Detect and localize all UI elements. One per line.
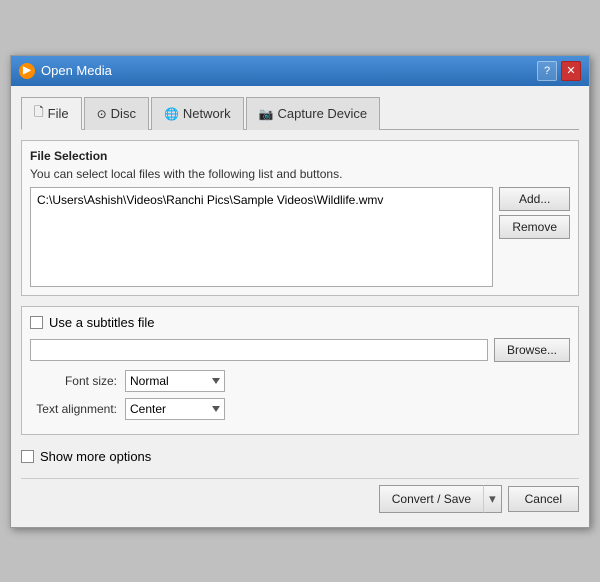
- title-bar-buttons: ? ✕: [537, 61, 581, 81]
- font-size-label: Font size:: [30, 374, 125, 388]
- capture-tab-icon: 📷: [259, 107, 274, 121]
- tab-file[interactable]: 🗋 File: [21, 97, 82, 130]
- tab-capture-label: Capture Device: [278, 106, 368, 121]
- file-section-description: You can select local files with the foll…: [30, 167, 570, 181]
- file-selection-section: File Selection You can select local file…: [21, 140, 579, 296]
- convert-save-dropdown-button[interactable]: ▾: [483, 485, 502, 513]
- remove-button[interactable]: Remove: [499, 215, 570, 239]
- tab-disc-label: Disc: [111, 106, 136, 121]
- text-alignment-row: Text alignment: Left Center Right: [30, 398, 570, 420]
- title-bar: ▶ Open Media ? ✕: [11, 56, 589, 86]
- network-tab-icon: 🌐: [164, 107, 179, 121]
- close-button[interactable]: ✕: [561, 61, 581, 81]
- show-more-checkbox[interactable]: [21, 450, 34, 463]
- tab-network[interactable]: 🌐 Network: [151, 97, 244, 130]
- disc-tab-icon: ⊙: [97, 107, 107, 121]
- text-alignment-label: Text alignment:: [30, 402, 125, 416]
- convert-save-button-group: Convert / Save ▾: [379, 485, 502, 513]
- file-area: C:\Users\Ashish\Videos\Ranchi Pics\Sampl…: [30, 187, 570, 287]
- tab-bar: 🗋 File ⊙ Disc 🌐 Network 📷 Capture Device: [21, 96, 579, 130]
- subtitle-file-input[interactable]: [30, 339, 488, 361]
- tab-file-label: File: [48, 106, 69, 121]
- subtitle-browse-button[interactable]: Browse...: [494, 338, 570, 362]
- cancel-button[interactable]: Cancel: [508, 486, 579, 512]
- text-alignment-select[interactable]: Left Center Right: [125, 398, 225, 420]
- title-bar-left: ▶ Open Media: [19, 63, 112, 79]
- tab-disc[interactable]: ⊙ Disc: [84, 97, 149, 130]
- show-more-label: Show more options: [40, 449, 151, 464]
- subtitle-checkbox[interactable]: [30, 316, 43, 329]
- file-action-buttons: Add... Remove: [499, 187, 570, 239]
- file-tab-icon: 🗋: [34, 103, 44, 124]
- show-more-row: Show more options: [21, 445, 579, 468]
- file-list[interactable]: C:\Users\Ashish\Videos\Ranchi Pics\Sampl…: [30, 187, 493, 287]
- add-button[interactable]: Add...: [499, 187, 570, 211]
- dialog-body: 🗋 File ⊙ Disc 🌐 Network 📷 Capture Device…: [11, 86, 589, 527]
- tab-capture[interactable]: 📷 Capture Device: [246, 97, 381, 130]
- file-section-title: File Selection: [30, 149, 570, 163]
- file-list-item: C:\Users\Ashish\Videos\Ranchi Pics\Sampl…: [35, 192, 488, 208]
- font-size-select[interactable]: Smaller Small Normal Large Larger: [125, 370, 225, 392]
- dialog-footer: Convert / Save ▾ Cancel: [21, 478, 579, 517]
- subtitle-header: Use a subtitles file: [30, 315, 570, 330]
- subtitle-section: Use a subtitles file Browse... Font size…: [21, 306, 579, 435]
- subtitle-controls: Browse...: [30, 338, 570, 362]
- tab-network-label: Network: [183, 106, 231, 121]
- font-size-row: Font size: Smaller Small Normal Large La…: [30, 370, 570, 392]
- help-button[interactable]: ?: [537, 61, 557, 81]
- dialog-window: ▶ Open Media ? ✕ 🗋 File ⊙ Disc 🌐 Network…: [10, 55, 590, 528]
- window-title: Open Media: [41, 63, 112, 78]
- vlc-icon: ▶: [19, 63, 35, 79]
- convert-save-arrow-icon: ▾: [489, 491, 496, 507]
- convert-save-button[interactable]: Convert / Save: [379, 485, 483, 513]
- subtitle-checkbox-label: Use a subtitles file: [49, 315, 155, 330]
